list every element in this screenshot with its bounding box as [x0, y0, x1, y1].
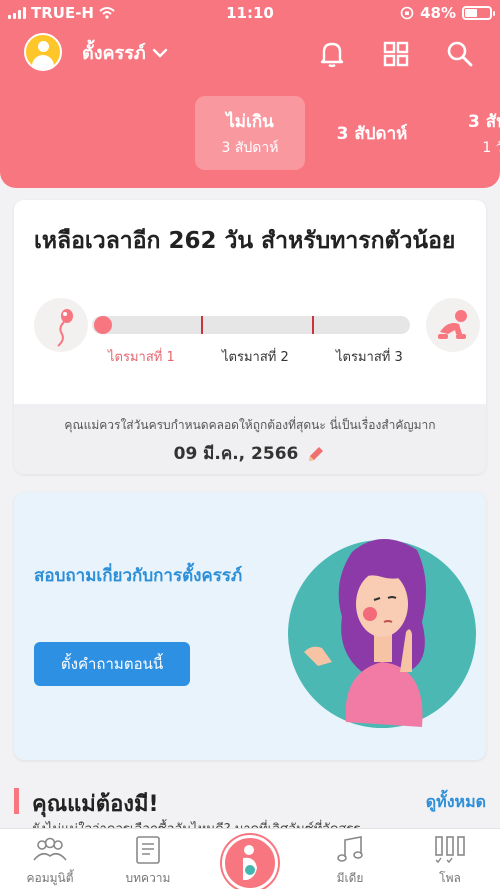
sperm-icon	[34, 298, 88, 352]
top-bar: ตั้งครรภ์	[0, 30, 500, 76]
nav-pregnancy-home[interactable]	[222, 835, 278, 889]
header: TRUE-H 11:10 48% ตั้งครรภ์ ไม่เกิน 3 สัป…	[0, 0, 500, 188]
nav-media[interactable]: มีเดีย	[310, 835, 390, 888]
tab-sublabel: 3 สัปดาห์	[221, 139, 279, 156]
nav-poll[interactable]: โพล	[410, 835, 490, 888]
bell-icon	[320, 42, 344, 68]
music-icon	[337, 836, 363, 862]
trimester-marker	[312, 316, 314, 334]
due-date-editor[interactable]: 09 มี.ค., 2566	[14, 440, 486, 467]
apps-button[interactable]	[378, 36, 414, 72]
section-header: คุณแม่ต้องมี! ดูทั้งหมด	[14, 782, 486, 822]
pregnancy-icon	[243, 845, 257, 880]
countdown-card: เหลือเวลาอีก 262 วัน สำหรับทารกตัวน้อย ไ…	[14, 200, 486, 474]
status-right: 48%	[400, 4, 495, 22]
search-icon	[447, 41, 473, 67]
profile-selector[interactable]: ตั้งครรภ์	[82, 38, 168, 67]
tab-label: 3 สัปด	[468, 111, 500, 132]
due-date-box: คุณแม่ควรใส่วันครบกำหนดคลอดให้ถูกต้องที่…	[14, 404, 486, 474]
poll-icon	[435, 836, 465, 864]
notification-button[interactable]	[314, 36, 350, 72]
orientation-lock-icon	[400, 6, 414, 20]
see-all-link[interactable]: ดูทั้งหมด	[426, 790, 486, 815]
progress-dot	[94, 316, 112, 334]
top-actions	[314, 36, 478, 72]
grid-icon	[383, 41, 409, 67]
trimester-3-label: ไตรมาสที่ 3	[336, 350, 403, 365]
ask-question-card: สอบถามเกี่ยวกับการตั้งครรภ์ ตั้งคำถามตอน…	[14, 492, 486, 760]
countdown-title: เหลือเวลาอีก 262 วัน สำหรับทารกตัวน้อย	[34, 228, 456, 254]
article-icon	[136, 836, 160, 864]
nav-label: มีเดีย	[336, 871, 364, 885]
ask-question-title: สอบถามเกี่ยวกับการตั้งครรภ์	[34, 566, 243, 586]
nav-label: โพล	[439, 871, 461, 885]
search-button[interactable]	[442, 36, 478, 72]
progress-track	[92, 316, 410, 334]
battery-icon	[462, 6, 495, 20]
due-date: 09 มี.ค., 2566	[173, 444, 299, 464]
community-icon	[33, 837, 67, 861]
trimester-2-label: ไตรมาสที่ 2	[222, 350, 289, 365]
nav-community[interactable]: คอมมูนิตี้	[10, 835, 90, 888]
chevron-down-icon	[152, 48, 167, 58]
nav-articles[interactable]: บทความ	[108, 835, 188, 888]
tab-week-3-plus[interactable]: 3 สัปด 1 วั	[448, 96, 500, 170]
tab-week-0[interactable]: ไม่เกิน 3 สัปดาห์	[195, 96, 305, 170]
battery-percent: 48%	[420, 4, 456, 22]
avatar[interactable]	[24, 33, 62, 71]
nav-label: บทความ	[125, 871, 171, 885]
woman-thinking-illustration	[288, 538, 476, 728]
profile-name: ตั้งครรภ์	[82, 43, 146, 64]
bottom-nav: คอมมูนิตี้ บทความ มีเดีย โพล	[0, 828, 500, 889]
status-bar: TRUE-H 11:10 48%	[0, 0, 500, 26]
trimester-marker	[201, 316, 203, 334]
week-tabs: ไม่เกิน 3 สัปดาห์ 3 สัปดาห์ 3 สัปด 1 วั	[0, 96, 500, 170]
pregnancy-progress: ไตรมาสที่ 1 ไตรมาสที่ 2 ไตรมาสที่ 3	[34, 298, 480, 378]
tab-week-3[interactable]: 3 สัปดาห์	[322, 96, 422, 170]
section-title: คุณแม่ต้องมี!	[32, 792, 159, 817]
nav-label: คอมมูนิตี้	[26, 871, 74, 885]
due-date-note: คุณแม่ควรใส่วันครบกำหนดคลอดให้ถูกต้องที่…	[64, 418, 436, 432]
pencil-icon[interactable]	[306, 444, 326, 464]
baby-icon	[426, 298, 480, 352]
tab-label: ไม่เกิน	[226, 111, 274, 132]
trimester-1-label: ไตรมาสที่ 1	[108, 350, 175, 365]
tab-sublabel: 1 วั	[482, 139, 500, 156]
ask-question-button[interactable]: ตั้งคำถามตอนนี้	[34, 642, 190, 686]
tab-label: 3 สัปดาห์	[336, 123, 408, 144]
home-screen: TRUE-H 11:10 48% ตั้งครรภ์ ไม่เกิน 3 สัป…	[0, 0, 500, 889]
section-accent	[14, 788, 19, 814]
